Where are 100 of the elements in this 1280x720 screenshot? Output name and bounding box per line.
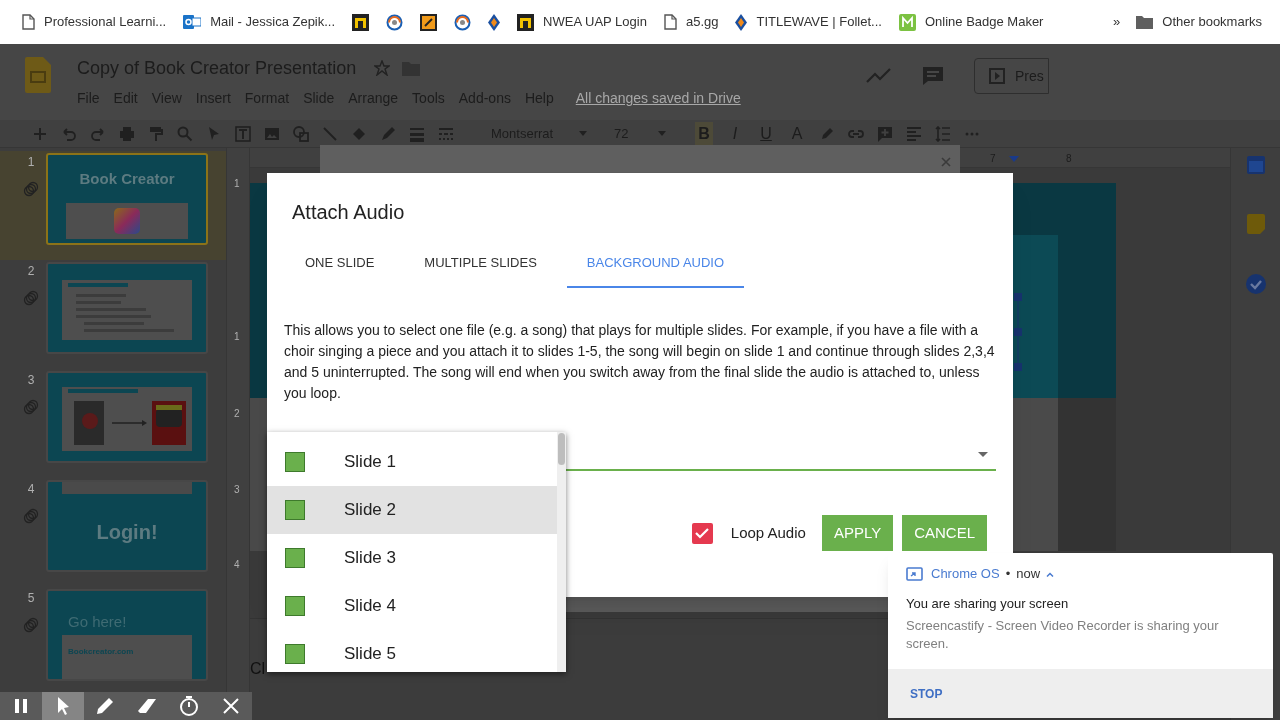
- more-bookmarks-button[interactable]: »: [1113, 12, 1121, 32]
- highlight-icon[interactable]: [819, 125, 835, 142]
- tab[interactable]: BACKGROUND AUDIO: [566, 239, 745, 288]
- logo-icon: [517, 13, 535, 31]
- transition-icon[interactable]: [23, 399, 39, 415]
- transition-icon[interactable]: [23, 181, 39, 197]
- indent-marker-icon[interactable]: [1009, 156, 1019, 162]
- diamond-icon: [735, 13, 748, 31]
- diamond-icon: [488, 13, 501, 31]
- note-icon[interactable]: [1246, 214, 1265, 234]
- slide-number: 2: [27, 263, 35, 280]
- check-task-icon[interactable]: [1245, 274, 1266, 294]
- swatch-icon: [285, 500, 305, 520]
- swatch-icon: [285, 548, 305, 568]
- logo-icon: [352, 13, 370, 31]
- notification-source: Chrome OS: [931, 565, 1000, 584]
- bookmark-link[interactable]: a5.gg: [685, 12, 719, 32]
- caret-icon: [579, 131, 587, 136]
- bookmark-link[interactable]: Professional Learni...: [44, 12, 167, 32]
- mail-icon: [183, 14, 202, 30]
- play-icon: [989, 68, 1005, 84]
- dialog-title: Attach Audio: [292, 200, 406, 224]
- bookmark-link[interactable]: Mail - Jessica Zepik...: [210, 12, 336, 32]
- slides-logo-icon[interactable]: [25, 57, 51, 93]
- transition-icon[interactable]: [23, 617, 39, 633]
- recorder-tool-button[interactable]: [0, 692, 42, 720]
- slide-title: Login!: [96, 520, 158, 545]
- border-dash-icon[interactable]: [438, 125, 454, 142]
- undo-icon[interactable]: [61, 125, 77, 142]
- bookmark-link[interactable]: Online Badge Maker: [924, 12, 1044, 32]
- separator-dot: •: [1005, 565, 1011, 584]
- comment-icon[interactable]: [922, 66, 944, 86]
- ruler-number: 1: [234, 177, 240, 191]
- image-icon[interactable]: [264, 125, 280, 142]
- close-icon[interactable]: [941, 157, 951, 167]
- tab[interactable]: MULTIPLE SLIDES: [404, 239, 557, 288]
- paint-format-icon[interactable]: [148, 125, 164, 142]
- trend-icon[interactable]: [866, 68, 892, 84]
- notification-title: You are sharing your screen: [906, 595, 1070, 613]
- slide-number: 1: [27, 154, 35, 171]
- transition-icon[interactable]: [23, 508, 39, 524]
- chevron-up-icon[interactable]: [1046, 571, 1055, 577]
- border-weight-icon[interactable]: [409, 125, 425, 142]
- ruler-number: 1: [234, 330, 240, 344]
- swatch-icon: [285, 596, 305, 616]
- shape-icon[interactable]: [293, 125, 309, 142]
- transition-icon[interactable]: [23, 290, 39, 306]
- screen-share-icon: [906, 567, 923, 581]
- page-icon: [663, 14, 677, 30]
- slide-thumbnail[interactable]: Login!: [46, 480, 208, 572]
- dropdown-option[interactable]: Slide 5: [267, 630, 557, 672]
- redo-icon[interactable]: [90, 125, 106, 142]
- text-box-icon[interactable]: [235, 125, 251, 142]
- bookmark-link[interactable]: TITLEWAVE | Follet...: [756, 12, 882, 32]
- slide-thumbnail[interactable]: [46, 371, 208, 463]
- check-icon: [695, 527, 710, 539]
- stop-button[interactable]: STOP: [910, 684, 943, 703]
- caret-icon: [658, 131, 666, 136]
- recorder-tool-button[interactable]: [84, 692, 126, 720]
- notification-time: now: [1016, 565, 1041, 584]
- notification-message: Screencastify - Screen Video Recorder is sharing your screen.: [906, 616, 1220, 653]
- slide-thumbnail[interactable]: [46, 262, 208, 354]
- line-icon[interactable]: [322, 125, 338, 142]
- align-icon[interactable]: [906, 125, 922, 142]
- checkbox-label: Loop Audio: [730, 522, 806, 543]
- swirl-icon: [386, 13, 404, 31]
- ruler-number: 3: [234, 483, 240, 497]
- app-logo-icon: [114, 208, 140, 234]
- print-icon[interactable]: [119, 125, 135, 142]
- add-comment-icon[interactable]: [877, 125, 893, 142]
- slide-number: 5: [27, 590, 35, 607]
- swirl-icon: [454, 13, 472, 31]
- calendar-icon[interactable]: [1246, 156, 1265, 174]
- zoom-icon[interactable]: [177, 125, 193, 142]
- dialog-button[interactable]: CANCEL: [902, 515, 987, 551]
- description-text: This allows you to select one file (e.g. a song) that plays for multiple slides. For example, if you have a file with a choir singing a piece and you attach it to slides 1-5, the song will begin on slide 1 and continue through slides 2,3,4 and 5 uninterrupted. The song will end when you switch away from the final slide the audio is attached to, unless you loop.: [284, 321, 996, 403]
- swatch-icon: [285, 644, 305, 664]
- bookmark-folder[interactable]: Other bookmarks: [1162, 12, 1262, 32]
- badge-icon: [898, 13, 916, 31]
- slide-title: Book Creator: [79, 168, 175, 189]
- slide-thumbnail[interactable]: Book Creator: [46, 153, 208, 245]
- save-status-link[interactable]: All changes saved in Drive: [575, 88, 741, 109]
- page-icon: [22, 14, 35, 30]
- recorder-tool-button[interactable]: [42, 692, 84, 720]
- line-spacing-icon[interactable]: [935, 125, 951, 142]
- fill-color-icon[interactable]: [351, 125, 367, 142]
- dialog-button[interactable]: APPLY: [821, 515, 894, 551]
- dropdown-option[interactable]: Slide 2: [267, 486, 557, 534]
- tab[interactable]: ONE SLIDE: [285, 239, 395, 288]
- bookmark-link[interactable]: NWEA UAP Login: [543, 12, 647, 32]
- recorder-tool-button[interactable]: [210, 692, 252, 720]
- pen-icon[interactable]: [380, 125, 396, 142]
- add-icon[interactable]: [32, 125, 48, 142]
- checkbox[interactable]: [691, 522, 713, 544]
- folder-icon: [1136, 15, 1154, 29]
- caret-icon: [978, 451, 988, 457]
- scrollbar-thumb[interactable]: [558, 433, 565, 465]
- logo-icon: [420, 13, 438, 31]
- star-icon[interactable]: [374, 60, 391, 76]
- timer-icon: [178, 695, 200, 717]
